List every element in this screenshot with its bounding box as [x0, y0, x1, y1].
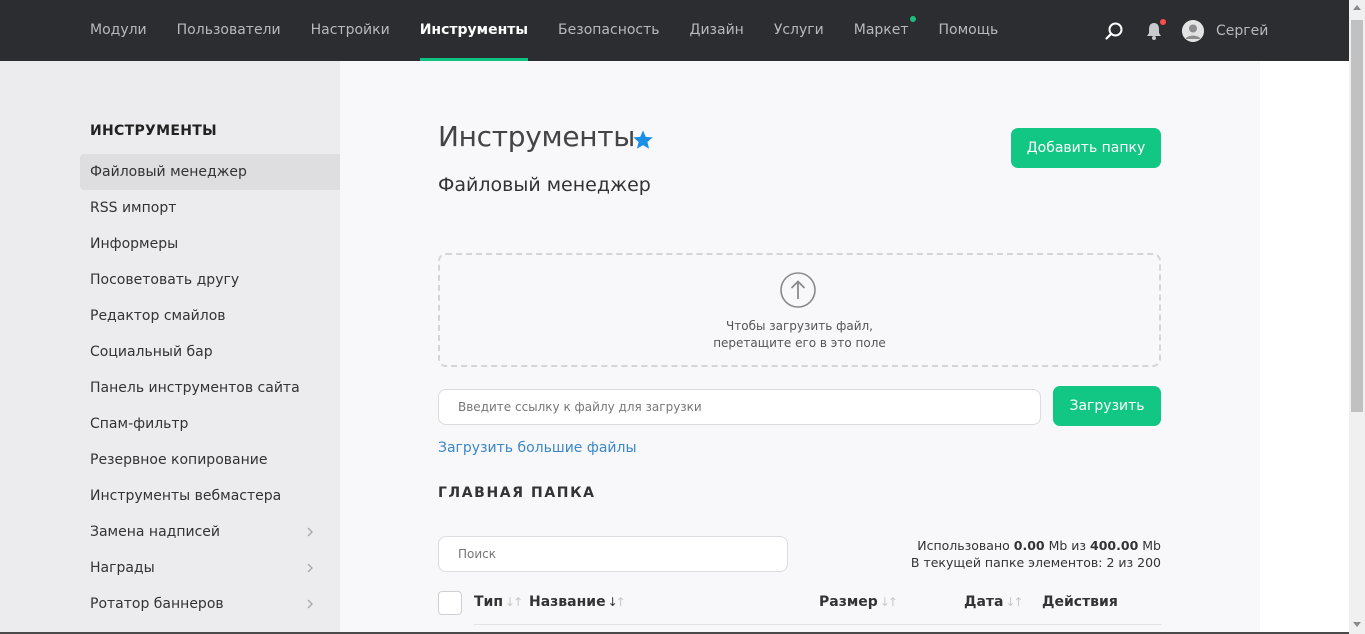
- column-actions: Действия: [1042, 594, 1118, 610]
- notification-dot: [1160, 18, 1166, 25]
- star-icon[interactable]: [632, 129, 654, 151]
- column-size[interactable]: Размер ↓↑: [819, 594, 898, 610]
- usage-total: 400.00: [1090, 538, 1139, 553]
- sidebar-item-site-toolbar[interactable]: Панель инструментов сайта: [80, 370, 340, 406]
- usage-line1: Использовано 0.00 Mb из 400.00 Mb: [911, 537, 1161, 554]
- avatar[interactable]: [1182, 19, 1204, 42]
- column-date[interactable]: Дата ↓↑: [964, 594, 1024, 610]
- nav-item-modules[interactable]: Модули: [90, 0, 147, 61]
- file-url-input[interactable]: [438, 389, 1041, 425]
- sidebar-item-banner-rotator[interactable]: Ротатор баннеров: [80, 586, 340, 622]
- sidebar-item-social-bar[interactable]: Социальный бар: [80, 334, 340, 370]
- chevron-right-icon: [307, 599, 313, 609]
- usage-unit2: Mb: [1142, 538, 1161, 553]
- storage-usage: Использовано 0.00 Mb из 400.00 Mb В теку…: [911, 537, 1161, 571]
- add-folder-button[interactable]: Добавить папку: [1011, 128, 1161, 168]
- upload-big-files-link[interactable]: Загрузить большие файлы: [438, 440, 637, 456]
- sort-desc-icon: ↓↑: [607, 595, 626, 609]
- nav-item-users[interactable]: Пользователи: [177, 0, 281, 61]
- files-table-header: Тип ↓↑ Название ↓↑ Размер ↓↑ Дата ↓↑ Действи…: [438, 590, 1161, 625]
- column-type-label: Тип: [474, 594, 504, 610]
- sidebar-item-text-replace[interactable]: Замена надписей: [80, 514, 340, 550]
- user-name[interactable]: Сергей: [1216, 23, 1268, 39]
- nav-item-design[interactable]: Дизайн: [690, 0, 744, 61]
- select-all-checkbox[interactable]: [438, 591, 462, 615]
- dropzone-text-line1: Чтобы загрузить файл,: [726, 319, 873, 333]
- table-header-divider: [474, 624, 1161, 625]
- nav-item-services[interactable]: Услуги: [774, 0, 824, 61]
- dropzone-text-line2: перетащите его в это поле: [713, 336, 886, 350]
- market-new-dot: [909, 16, 916, 22]
- scroll-down-arrow-icon[interactable]: [1353, 622, 1361, 627]
- sidebar-list: Файловый менеджер RSS импорт Информеры П…: [80, 154, 340, 622]
- bell-icon[interactable]: [1144, 18, 1166, 41]
- sidebar-item-informers[interactable]: Информеры: [80, 226, 340, 262]
- sidebar-item-label: Награды: [90, 560, 155, 576]
- sidebar-item-label: Ротатор баннеров: [90, 596, 224, 612]
- upload-dropzone[interactable]: Чтобы загрузить файл, перетащите его в э…: [438, 253, 1161, 367]
- sidebar-item-spam-filter[interactable]: Спам-фильтр: [80, 406, 340, 442]
- search-input[interactable]: [438, 536, 788, 572]
- usage-line2: В текущей папке элементов: 2 из 200: [910, 555, 1161, 570]
- sort-icon: ↓↑: [879, 595, 898, 609]
- column-size-label: Размер: [819, 594, 878, 610]
- scrollbar-thumb[interactable]: [1351, 20, 1363, 412]
- column-type[interactable]: Тип ↓↑: [474, 594, 523, 610]
- sort-icon: ↓↑: [505, 595, 523, 609]
- nav-item-settings[interactable]: Настройки: [311, 0, 390, 61]
- sidebar-item-label: Замена надписей: [90, 524, 220, 540]
- sidebar-item-file-manager[interactable]: Файловый менеджер: [80, 154, 340, 190]
- main-nav: Модули Пользователи Настройки Инструмент…: [90, 0, 1028, 61]
- search-icon[interactable]: [1104, 21, 1124, 41]
- column-date-label: Дата: [964, 594, 1004, 610]
- usage-prefix: Использовано: [917, 538, 1010, 553]
- top-right-tools: Сергей: [1104, 0, 1268, 61]
- top-nav-bar: Модули Пользователи Настройки Инструмент…: [0, 0, 1349, 61]
- right-margin: [1260, 61, 1349, 634]
- upload-arrow-icon: [780, 272, 816, 308]
- nav-item-market-label: Маркет: [853, 22, 909, 38]
- nav-item-tools[interactable]: Инструменты: [419, 0, 529, 61]
- section-title: ГЛАВНАЯ ПАПКА: [438, 485, 596, 501]
- usage-unit1: Mb из: [1048, 538, 1087, 553]
- page-subtitle: Файловый менеджер: [438, 174, 651, 196]
- upload-button[interactable]: Загрузить: [1053, 386, 1161, 426]
- dropzone-text: Чтобы загрузить файл, перетащите его в э…: [440, 318, 1159, 352]
- sort-icon: ↓↑: [1005, 595, 1023, 609]
- page-title: Инструменты: [438, 120, 636, 153]
- nav-item-market[interactable]: Маркет: [853, 0, 916, 61]
- sidebar-item-recommend[interactable]: Посоветовать другу: [80, 262, 340, 298]
- chevron-right-icon: [307, 563, 313, 573]
- sidebar-item-backup[interactable]: Резервное копирование: [80, 442, 340, 478]
- sidebar-item-rss-import[interactable]: RSS импорт: [80, 190, 340, 226]
- nav-item-help[interactable]: Помощь: [939, 0, 999, 61]
- sidebar-item-webmaster-tools[interactable]: Инструменты вебмастера: [80, 478, 340, 514]
- scroll-up-arrow-icon[interactable]: [1353, 5, 1361, 10]
- chevron-right-icon: [307, 527, 313, 537]
- column-name-label: Название: [529, 594, 606, 610]
- usage-used: 0.00: [1013, 538, 1045, 553]
- sidebar-item-awards[interactable]: Награды: [80, 550, 340, 586]
- column-name[interactable]: Название ↓↑: [529, 594, 626, 610]
- sidebar-item-smiles-editor[interactable]: Редактор смайлов: [80, 298, 340, 334]
- sidebar: ИНСТРУМЕНТЫ Файловый менеджер RSS импорт…: [0, 61, 340, 634]
- nav-item-security[interactable]: Безопасность: [558, 0, 659, 61]
- sidebar-title: ИНСТРУМЕНТЫ: [90, 123, 217, 139]
